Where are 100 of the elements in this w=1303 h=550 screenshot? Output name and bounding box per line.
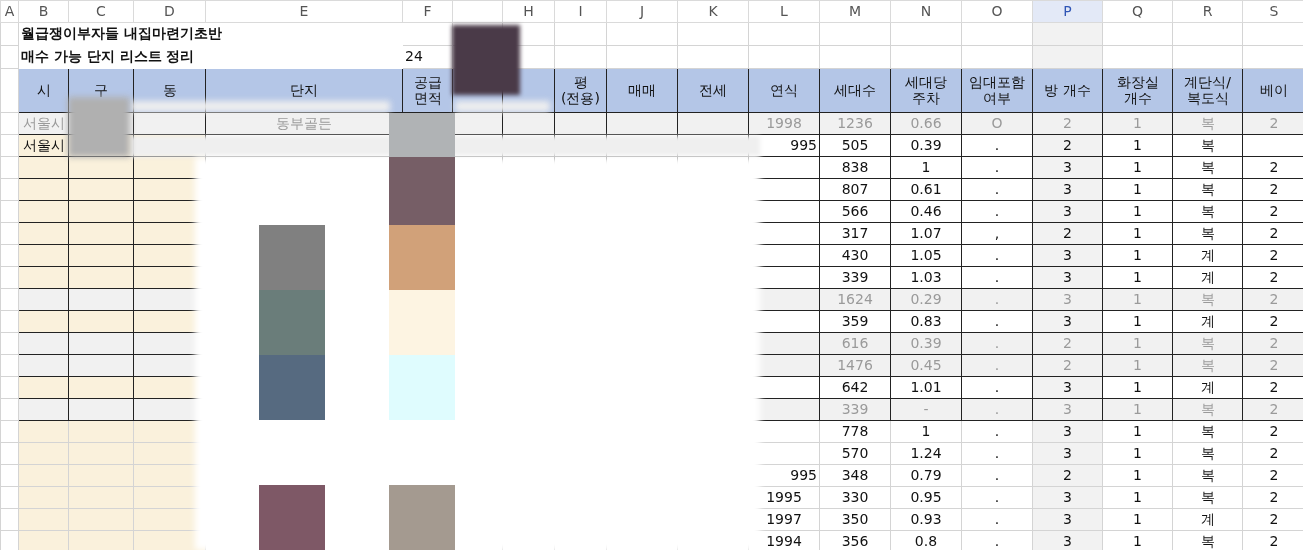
- table-cell: 1: [1102, 178, 1173, 201]
- table-cell: 복: [1172, 442, 1243, 465]
- table-cell: 430: [819, 244, 891, 267]
- table-cell: 350: [819, 508, 891, 531]
- table-cell: .: [961, 178, 1033, 201]
- table-cell: .: [961, 200, 1033, 223]
- table-cell: 348: [819, 464, 891, 487]
- table-cell: 1: [1102, 486, 1173, 509]
- column-header[interactable]: N: [890, 0, 962, 23]
- table-cell: 0.46: [890, 200, 962, 223]
- table-header-cell: 임대포함 여부: [961, 68, 1033, 113]
- table-header-cell: 계단식/ 복도식: [1172, 68, 1243, 113]
- table-cell: 계: [1172, 508, 1243, 531]
- table-cell: .: [961, 266, 1033, 289]
- column-header[interactable]: R: [1172, 0, 1243, 23]
- table-cell: 0.83: [890, 310, 962, 333]
- table-cell: 1.01: [890, 376, 962, 399]
- table-cell: 1: [1102, 376, 1173, 399]
- column-header[interactable]: F: [402, 0, 453, 23]
- table-cell: 0.79: [890, 464, 962, 487]
- table-header-cell: 세대수: [819, 68, 891, 113]
- table-header-cell: 세대당 주차: [890, 68, 962, 113]
- table-cell: .: [961, 310, 1033, 333]
- sheet-title: 매수 가능 단지 리스트 정리: [18, 45, 403, 69]
- table-cell: 1.05: [890, 244, 962, 267]
- table-cell: 359: [819, 310, 891, 333]
- table-cell: .: [961, 376, 1033, 399]
- table-header-cell: 방 개수: [1032, 68, 1103, 113]
- table-cell: 1: [1102, 156, 1173, 179]
- column-header[interactable]: B: [18, 0, 69, 23]
- table-cell: 1.24: [890, 442, 962, 465]
- table-cell: .: [961, 134, 1033, 157]
- table-header-cell: 화장실 개수: [1102, 68, 1173, 113]
- table-cell: .: [961, 244, 1033, 267]
- table-cell: 복: [1172, 464, 1243, 487]
- table-cell: 317: [819, 222, 891, 245]
- table-cell: 복: [1172, 134, 1243, 157]
- table-cell: 복: [1172, 178, 1243, 201]
- table-cell: 1: [890, 420, 962, 443]
- table-header-cell: 시: [18, 68, 69, 113]
- table-cell: ,: [961, 222, 1033, 245]
- table-cell: 0.93: [890, 508, 962, 531]
- table-cell: 계: [1172, 376, 1243, 399]
- table-cell: .: [961, 464, 1033, 487]
- table-cell: 807: [819, 178, 891, 201]
- table-cell: 1: [1102, 134, 1173, 157]
- table-cell: 1: [1102, 200, 1173, 223]
- column-header[interactable]: I: [554, 0, 607, 23]
- table-cell: 778: [819, 420, 891, 443]
- table-cell: 1: [1102, 442, 1173, 465]
- table-cell: .: [961, 156, 1033, 179]
- table-cell: 838: [819, 156, 891, 179]
- table-cell: .: [961, 508, 1033, 531]
- column-header[interactable]: M: [819, 0, 891, 23]
- table-cell: .: [961, 486, 1033, 509]
- column-header[interactable]: A: [0, 0, 19, 23]
- column-header[interactable]: C: [68, 0, 134, 23]
- table-cell: 계: [1172, 266, 1243, 289]
- column-header[interactable]: H: [502, 0, 555, 23]
- table-cell: 계: [1172, 310, 1243, 333]
- column-header[interactable]: D: [133, 0, 206, 23]
- table-header-cell: 전세: [677, 68, 749, 113]
- table-cell: 1: [1102, 222, 1173, 245]
- table-cell: 1: [890, 156, 962, 179]
- column-header[interactable]: Q: [1102, 0, 1173, 23]
- table-cell: 복: [1172, 200, 1243, 223]
- table-cell: 330: [819, 486, 891, 509]
- table-cell: 570: [819, 442, 891, 465]
- table-header-cell: 연식: [748, 68, 820, 113]
- column-header[interactable]: S: [1242, 0, 1303, 23]
- table-cell: 1: [1102, 310, 1173, 333]
- table-cell: 0.95: [890, 486, 962, 509]
- table-header-cell: 평 (전용): [554, 68, 607, 113]
- table-cell: 1: [1102, 266, 1173, 289]
- column-header[interactable]: O: [961, 0, 1033, 23]
- table-header-cell: 베이: [1242, 68, 1303, 113]
- table-cell: 복: [1172, 222, 1243, 245]
- table-cell: 1: [1102, 508, 1173, 531]
- table-cell: 566: [819, 200, 891, 223]
- table-cell: 1.03: [890, 266, 962, 289]
- table-cell: 1.07: [890, 222, 962, 245]
- table-header-cell: 공급 면적: [402, 68, 453, 113]
- table-cell: 1: [1102, 244, 1173, 267]
- table-header-cell: 매매: [606, 68, 678, 113]
- column-header[interactable]: P: [1032, 0, 1103, 23]
- table-cell: 계: [1172, 244, 1243, 267]
- table-cell: 0.39: [890, 134, 962, 157]
- sheet-title: 월급쟁이부자들 내집마련기초반: [18, 22, 403, 46]
- table-cell: 복: [1172, 420, 1243, 443]
- table-cell: 1: [1102, 464, 1173, 487]
- column-header[interactable]: E: [205, 0, 403, 23]
- table-cell: .: [961, 420, 1033, 443]
- column-header[interactable]: J: [606, 0, 678, 23]
- table-cell: 505: [819, 134, 891, 157]
- column-header[interactable]: K: [677, 0, 749, 23]
- column-header[interactable]: L: [748, 0, 820, 23]
- table-cell: 0.61: [890, 178, 962, 201]
- table-cell: 339: [819, 266, 891, 289]
- table-cell: 복: [1172, 156, 1243, 179]
- table-cell: 1: [1102, 420, 1173, 443]
